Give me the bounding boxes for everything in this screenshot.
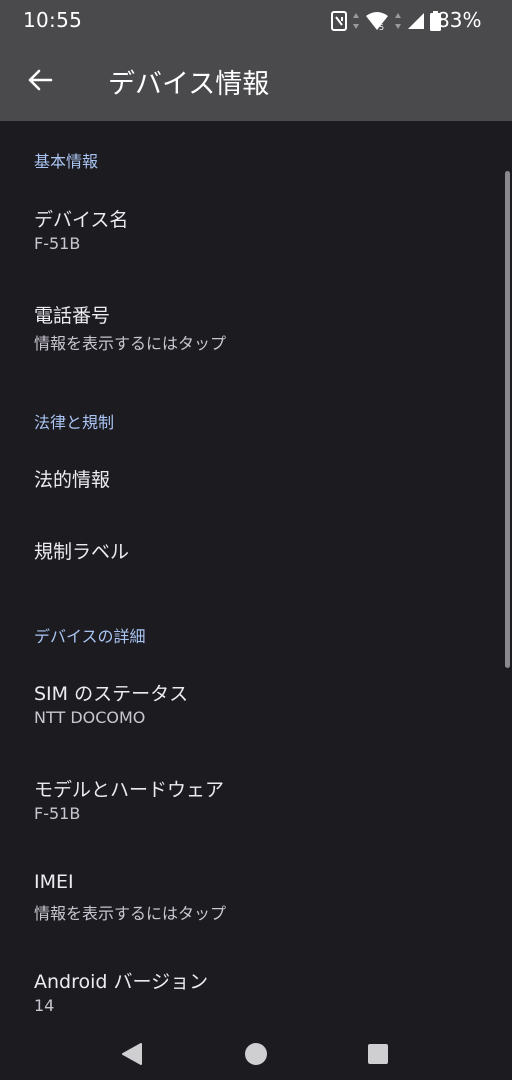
status-icons: 5 — [331, 10, 441, 32]
screen: 10:55 5 83% デバイス情報 基本情報 デバイス名 F-51B 電話番号… — [0, 0, 512, 1080]
pref-summary: 情報を表示するにはタップ — [34, 904, 227, 923]
pref-title: 法的情報 — [34, 469, 111, 491]
pref-imei[interactable]: IMEI 情報を表示するにはタップ — [0, 855, 512, 935]
arrow-back-icon — [28, 69, 53, 91]
status-bar: 10:55 5 83% — [0, 0, 512, 40]
data-arrows-icon — [353, 13, 359, 29]
pref-device-name[interactable]: デバイス名 F-51B — [0, 189, 512, 269]
pref-summary: F-51B — [34, 804, 81, 823]
pref-title: Android バージョン — [34, 971, 209, 993]
pref-title: モデルとハードウェア — [34, 779, 225, 801]
wifi-icon: 5 — [366, 12, 388, 31]
pref-sim-status[interactable]: SIM のステータス NTT DOCOMO — [0, 663, 512, 743]
svg-text:5: 5 — [379, 23, 384, 31]
pref-title: デバイス名 — [34, 209, 129, 231]
pref-title: 規制ラベル — [34, 541, 130, 563]
cell-signal-icon — [408, 13, 424, 29]
pref-android-version[interactable]: Android バージョン 14 — [0, 951, 512, 1031]
nav-home-button[interactable] — [234, 1032, 278, 1076]
data-arrows-icon — [395, 13, 401, 29]
nav-back-button[interactable] — [110, 1032, 154, 1076]
settings-list: 基本情報 デバイス名 F-51B 電話番号 情報を表示するにはタップ 法律と規制… — [0, 121, 512, 1021]
pref-title: 電話番号 — [34, 305, 111, 327]
section-header-basic: 基本情報 — [34, 152, 99, 171]
pref-phone-number[interactable]: 電話番号 情報を表示するにはタップ — [0, 285, 512, 365]
pref-title: SIM のステータス — [34, 683, 189, 705]
pref-model-hardware[interactable]: モデルとハードウェア F-51B — [0, 759, 512, 839]
section-header-legal: 法律と規制 — [34, 413, 115, 432]
pref-legal-info[interactable]: 法的情報 — [0, 449, 512, 509]
battery-percent: 83% — [437, 8, 482, 32]
app-bar: デバイス情報 — [0, 40, 512, 121]
page-title: デバイス情報 — [108, 69, 270, 100]
pref-summary: 14 — [34, 996, 55, 1015]
recents-square-icon — [368, 1044, 388, 1064]
back-triangle-icon — [122, 1043, 142, 1065]
scrollbar[interactable] — [505, 171, 510, 668]
pref-summary: NTT DOCOMO — [34, 708, 146, 727]
home-circle-icon — [245, 1043, 267, 1065]
nav-recents-button[interactable] — [356, 1032, 400, 1076]
section-header-details: デバイスの詳細 — [34, 627, 146, 646]
pref-title: IMEI — [34, 871, 74, 893]
nav-bar — [0, 1020, 512, 1080]
pref-summary: F-51B — [34, 234, 81, 253]
pref-regulatory-labels[interactable]: 規制ラベル — [0, 521, 512, 581]
status-time: 10:55 — [23, 8, 83, 32]
back-button[interactable] — [20, 60, 60, 100]
nfc-icon — [331, 11, 347, 31]
pref-summary: 情報を表示するにはタップ — [34, 334, 227, 353]
